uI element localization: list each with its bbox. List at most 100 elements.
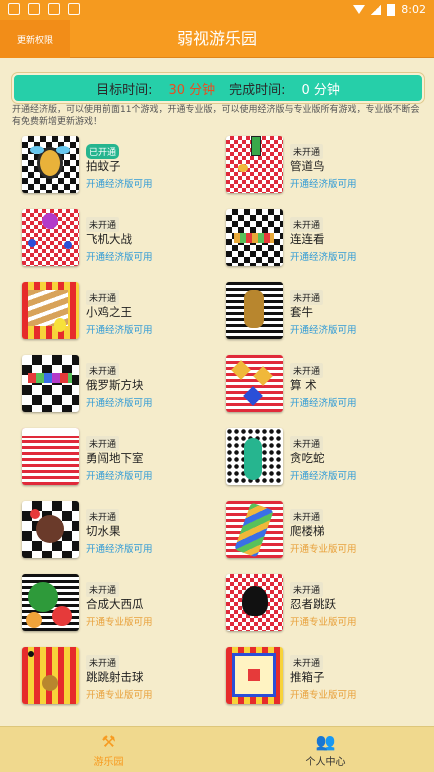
target-time-label: 目标时间:: [96, 82, 153, 98]
game-thumbnail-mosquito: [22, 136, 79, 193]
star-icon: [253, 366, 273, 386]
status-badge: 未开通: [290, 290, 324, 305]
ceiling-icon: [22, 428, 79, 438]
ladder-icon: [234, 502, 274, 558]
game-name: 忍者跳跃: [290, 597, 336, 611]
pipe-icon: [251, 136, 261, 156]
game-card[interactable]: 未开通 贪吃蛇 开通经济版可用: [226, 428, 426, 492]
image-icon: [48, 3, 60, 15]
game-thumbnail-ladder: [226, 501, 283, 558]
tab-park[interactable]: ⚒ 游乐园: [0, 727, 217, 772]
fruit-icon: [36, 515, 64, 543]
game-name: 推箱子: [290, 670, 325, 684]
game-card[interactable]: 已开通 拍蚊子 开通经济版可用: [22, 136, 222, 200]
availability-text: 开通经济版可用: [290, 252, 357, 263]
tab-label: 游乐园: [93, 756, 124, 768]
availability-text: 开通经济版可用: [86, 471, 153, 482]
availability-text: 开通经济版可用: [86, 252, 153, 263]
status-badge: 未开通: [86, 290, 120, 305]
game-card[interactable]: 未开通 忍者跳跃 开通专业版可用: [226, 574, 426, 638]
time-summary: 目标时间: 30 分钟 完成时间: 0 分钟: [12, 73, 424, 103]
wifi-icon: [353, 5, 366, 14]
status-badge: 未开通: [290, 436, 324, 451]
status-badge: 未开通: [86, 363, 120, 378]
game-card[interactable]: 未开通 小鸡之王 开通经济版可用: [22, 282, 222, 346]
signal-icon: [371, 4, 382, 15]
battery-icon: [387, 3, 396, 16]
game-name: 连连看: [290, 232, 325, 246]
status-badge: 未开通: [86, 582, 120, 597]
status-badge: 未开通: [86, 217, 120, 232]
ball-icon: [28, 651, 34, 657]
plane-icon: [64, 241, 72, 249]
game-card[interactable]: 未开通 切水果 开通经济版可用: [22, 501, 222, 565]
cannon-icon: [42, 675, 58, 691]
availability-text: 开通专业版可用: [290, 690, 357, 701]
status-badge: 未开通: [290, 655, 324, 670]
game-card[interactable]: 未开通 合成大西瓜 开通专业版可用: [22, 574, 222, 638]
availability-text: 开通经济版可用: [86, 325, 153, 336]
game-card[interactable]: 未开通 俄罗斯方块 开通经济版可用: [22, 355, 222, 419]
status-badge: 未开通: [86, 436, 120, 451]
game-name: 套牛: [290, 305, 313, 319]
tab-profile[interactable]: 👥 个人中心: [217, 727, 434, 772]
tab-label: 个人中心: [305, 756, 346, 768]
watermelon-icon: [28, 582, 58, 612]
availability-text: 开通经济版可用: [290, 179, 357, 190]
game-thumbnail-tetris: [22, 355, 79, 412]
fruit-icon: [52, 606, 72, 626]
ninja-icon: [242, 586, 268, 616]
availability-text: 开通专业版可用: [290, 617, 357, 628]
status-badge: 未开通: [290, 217, 324, 232]
status-time: 8:02: [401, 3, 426, 16]
notification-icons: [8, 3, 80, 15]
game-card[interactable]: 未开通 飞机大战 开通经济版可用: [22, 209, 222, 273]
availability-text: 开通专业版可用: [86, 617, 153, 628]
status-badge: 未开通: [290, 582, 324, 597]
settings-icon: [8, 3, 20, 15]
availability-text: 开通专业版可用: [290, 544, 357, 555]
game-thumbnail-ninja: [226, 574, 283, 631]
game-card[interactable]: 未开通 算 术 开通经济版可用: [226, 355, 426, 419]
plane-icon: [28, 239, 36, 247]
availability-text: 开通专业版可用: [86, 690, 153, 701]
game-card[interactable]: 未开通 跳跳射击球 开通专业版可用: [22, 647, 222, 711]
game-card[interactable]: 未开通 推箱子 开通专业版可用: [226, 647, 426, 711]
fruit-icon: [30, 509, 40, 519]
done-time-label: 完成时间:: [229, 82, 286, 98]
done-time-value: 0 分钟: [301, 82, 340, 98]
status-badge: 未开通: [290, 144, 324, 159]
game-name: 爬楼梯: [290, 524, 325, 538]
availability-text: 开通经济版可用: [86, 544, 153, 555]
availability-text: 开通经济版可用: [86, 398, 153, 409]
game-thumbnail-basement: [22, 428, 79, 485]
game-thumbnail-plane: [22, 209, 79, 266]
app-bar: 更新权限 弱视游乐园: [0, 20, 434, 58]
bird-icon: [238, 164, 248, 172]
game-thumbnail-shoot-ball: [22, 647, 79, 704]
bottom-tab-bar: ⚒ 游乐园 👥 个人中心: [0, 726, 434, 772]
game-card[interactable]: 未开通 勇闯地下室 开通经济版可用: [22, 428, 222, 492]
sync-icon: [28, 3, 40, 15]
wing-icon: [30, 146, 44, 154]
game-name: 勇闯地下室: [86, 451, 144, 465]
availability-text: 开通经济版可用: [86, 179, 153, 190]
game-name: 俄罗斯方块: [86, 378, 144, 392]
game-name: 切水果: [86, 524, 121, 538]
game-card[interactable]: 未开通 管道鸟 开通经济版可用: [226, 136, 426, 200]
status-badge: 未开通: [290, 363, 324, 378]
game-card[interactable]: 未开通 套牛 开通经济版可用: [226, 282, 426, 346]
availability-text: 开通经济版可用: [290, 398, 357, 409]
game-name: 跳跳射击球: [86, 670, 144, 684]
mosquito-icon: [40, 150, 60, 176]
game-card[interactable]: 未开通 爬楼梯 开通专业版可用: [226, 501, 426, 565]
game-thumbnail-sokoban: [226, 647, 283, 704]
update-permission-button[interactable]: 更新权限: [0, 20, 70, 58]
status-bar: 8:02: [0, 0, 434, 20]
game-name: 算 术: [290, 378, 317, 392]
game-card[interactable]: 未开通 连连看 开通经济版可用: [226, 209, 426, 273]
cow-icon: [244, 290, 264, 328]
game-name: 贪吃蛇: [290, 451, 325, 465]
availability-text: 开通经济版可用: [290, 325, 357, 336]
game-name: 飞机大战: [86, 232, 132, 246]
